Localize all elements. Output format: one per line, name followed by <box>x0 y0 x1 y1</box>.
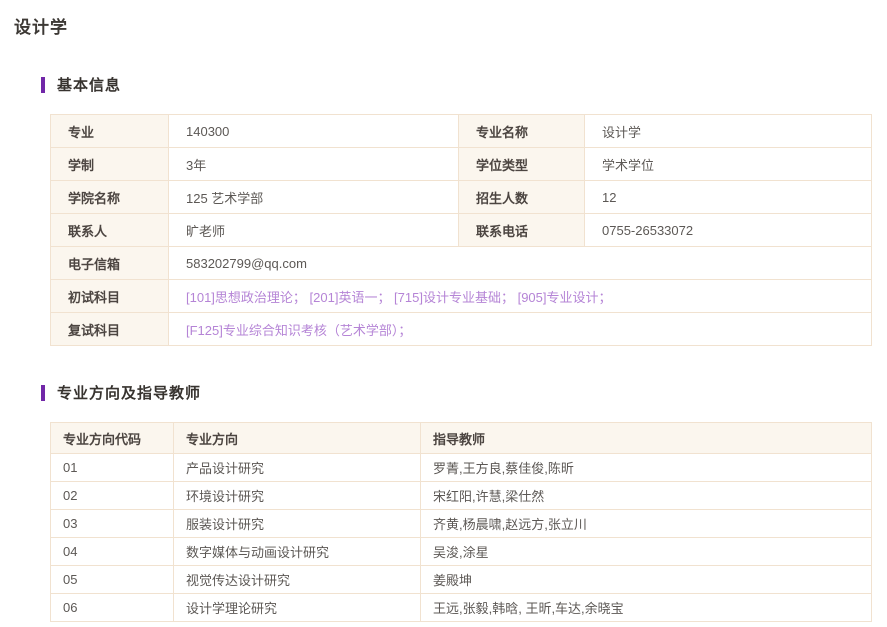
directions-section: 专业方向及指导教师 专业方向代码 专业方向 指导教师 01 产品设计研究 罗菁,… <box>41 382 887 622</box>
direction-name: 视觉传达设计研究 <box>174 566 421 594</box>
field-label: 复试科目 <box>51 313 169 346</box>
field-value: 140300 <box>169 115 459 148</box>
field-label: 招生人数 <box>459 181 585 214</box>
table-row: 01 产品设计研究 罗菁,王方良,蔡佳俊,陈昕 <box>51 454 872 482</box>
table-header-row: 专业方向代码 专业方向 指导教师 <box>51 423 872 454</box>
table-row: 学制 3年 学位类型 学术学位 <box>51 148 872 181</box>
section-header-directions: 专业方向及指导教师 <box>41 382 887 403</box>
direction-teachers: 姜殿坤 <box>421 566 872 594</box>
column-header-teachers: 指导教师 <box>421 423 872 454</box>
direction-name: 产品设计研究 <box>174 454 421 482</box>
section-title-text: 专业方向及指导教师 <box>57 382 201 403</box>
direction-code: 04 <box>51 538 174 566</box>
basic-info-section: 基本信息 专业 140300 专业名称 设计学 学制 3年 学位类型 学术学位 … <box>41 74 887 346</box>
field-label: 电子信箱 <box>51 247 169 280</box>
field-value-initial-exam-subjects: [101]思想政治理论； [201]英语一； [715]设计专业基础； [905… <box>169 280 872 313</box>
field-value-retest-exam-subjects: [F125]专业综合知识考核（艺术学部）； <box>169 313 872 346</box>
table-row: 复试科目 [F125]专业综合知识考核（艺术学部）； <box>51 313 872 346</box>
section-accent-bar <box>41 77 45 93</box>
field-value: 学术学位 <box>585 148 872 181</box>
column-header-direction: 专业方向 <box>174 423 421 454</box>
section-title-text: 基本信息 <box>57 74 121 95</box>
directions-table: 专业方向代码 专业方向 指导教师 01 产品设计研究 罗菁,王方良,蔡佳俊,陈昕… <box>50 422 872 622</box>
table-row: 电子信箱 583202799@qq.com <box>51 247 872 280</box>
page-title: 设计学 <box>14 13 887 38</box>
field-label: 专业名称 <box>459 115 585 148</box>
table-row: 学院名称 125 艺术学部 招生人数 12 <box>51 181 872 214</box>
field-label: 联系电话 <box>459 214 585 247</box>
table-row: 06 设计学理论研究 王远,张毅,韩晗, 王昕,车达,余晓宝 <box>51 594 872 622</box>
field-label: 初试科目 <box>51 280 169 313</box>
direction-teachers: 罗菁,王方良,蔡佳俊,陈昕 <box>421 454 872 482</box>
direction-code: 01 <box>51 454 174 482</box>
field-value: 0755-26533072 <box>585 214 872 247</box>
section-header-basic-info: 基本信息 <box>41 74 887 95</box>
field-value: 125 艺术学部 <box>169 181 459 214</box>
field-value: 旷老师 <box>169 214 459 247</box>
field-value: 12 <box>585 181 872 214</box>
column-header-code: 专业方向代码 <box>51 423 174 454</box>
table-row: 04 数字媒体与动画设计研究 吴浚,涂星 <box>51 538 872 566</box>
field-value: 3年 <box>169 148 459 181</box>
direction-teachers: 宋红阳,许慧,梁仕然 <box>421 482 872 510</box>
table-row: 初试科目 [101]思想政治理论； [201]英语一； [715]设计专业基础；… <box>51 280 872 313</box>
direction-name: 设计学理论研究 <box>174 594 421 622</box>
direction-teachers: 吴浚,涂星 <box>421 538 872 566</box>
direction-code: 03 <box>51 510 174 538</box>
direction-teachers: 王远,张毅,韩晗, 王昕,车达,余晓宝 <box>421 594 872 622</box>
direction-code: 06 <box>51 594 174 622</box>
table-row: 02 环境设计研究 宋红阳,许慧,梁仕然 <box>51 482 872 510</box>
table-row: 联系人 旷老师 联系电话 0755-26533072 <box>51 214 872 247</box>
direction-name: 数字媒体与动画设计研究 <box>174 538 421 566</box>
field-label: 学位类型 <box>459 148 585 181</box>
section-accent-bar <box>41 385 45 401</box>
page: 设计学 基本信息 专业 140300 专业名称 设计学 学制 3年 学位类型 学… <box>0 0 887 627</box>
field-value: 设计学 <box>585 115 872 148</box>
table-row: 03 服装设计研究 齐黄,杨晨啸,赵远方,张立川 <box>51 510 872 538</box>
direction-code: 05 <box>51 566 174 594</box>
direction-code: 02 <box>51 482 174 510</box>
basic-info-table: 专业 140300 专业名称 设计学 学制 3年 学位类型 学术学位 学院名称 … <box>50 114 872 346</box>
field-value-email: 583202799@qq.com <box>169 247 872 280</box>
direction-teachers: 齐黄,杨晨啸,赵远方,张立川 <box>421 510 872 538</box>
field-label: 学院名称 <box>51 181 169 214</box>
field-label: 联系人 <box>51 214 169 247</box>
direction-name: 服装设计研究 <box>174 510 421 538</box>
table-row: 专业 140300 专业名称 设计学 <box>51 115 872 148</box>
field-label: 专业 <box>51 115 169 148</box>
direction-name: 环境设计研究 <box>174 482 421 510</box>
field-label: 学制 <box>51 148 169 181</box>
table-row: 05 视觉传达设计研究 姜殿坤 <box>51 566 872 594</box>
